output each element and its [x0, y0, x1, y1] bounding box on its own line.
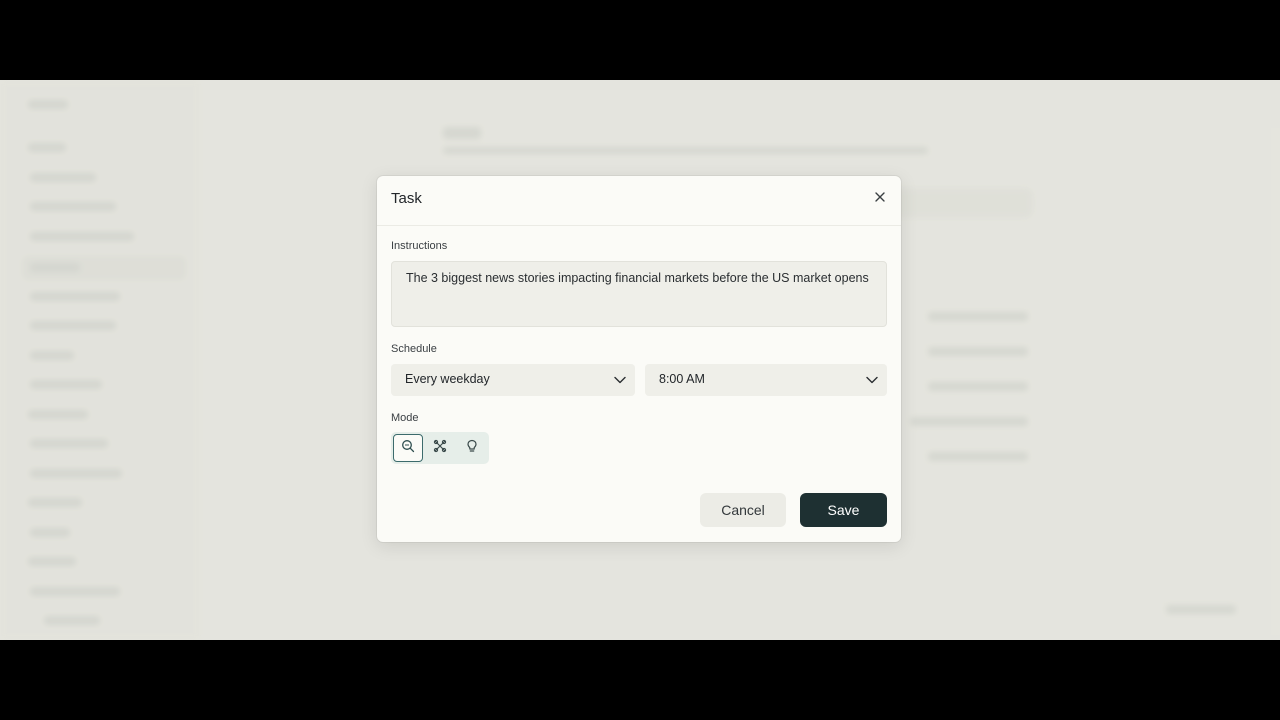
time-value: 8:00 AM	[659, 372, 705, 386]
cancel-button[interactable]: Cancel	[700, 493, 786, 527]
letterbox-bottom	[0, 640, 1280, 720]
instructions-textarea[interactable]: The 3 biggest news stories impacting fin…	[391, 261, 887, 327]
app-window: Task Instructions The 3 biggest news sto…	[0, 80, 1280, 640]
time-select[interactable]: 8:00 AM	[645, 364, 887, 396]
task-dialog: Task Instructions The 3 biggest news sto…	[377, 176, 901, 542]
mode-reasoning-button[interactable]	[457, 434, 487, 462]
lightbulb-icon	[465, 439, 479, 458]
letterbox-top	[0, 0, 1280, 80]
chevron-down-icon	[613, 373, 627, 387]
frequency-select[interactable]: Every weekday	[391, 364, 635, 396]
mode-label: Mode	[391, 412, 419, 424]
mode-search-button[interactable]	[393, 434, 423, 462]
mode-toggle-group	[391, 432, 489, 464]
network-icon	[433, 439, 447, 458]
instructions-label: Instructions	[391, 240, 448, 252]
frequency-value: Every weekday	[405, 372, 490, 386]
dialog-title: Task	[391, 190, 422, 207]
search-icon	[401, 439, 415, 458]
save-button[interactable]: Save	[800, 493, 887, 527]
dialog-header: Task	[377, 176, 901, 226]
chevron-down-icon	[865, 373, 879, 387]
mode-research-button[interactable]	[425, 434, 455, 462]
schedule-label: Schedule	[391, 343, 437, 355]
close-icon	[875, 189, 885, 207]
close-button[interactable]	[871, 189, 889, 207]
